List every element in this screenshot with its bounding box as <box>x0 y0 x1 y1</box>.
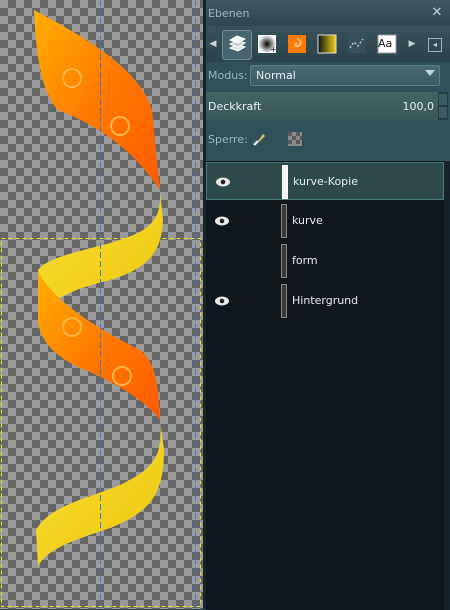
layer-name: kurve <box>292 214 323 227</box>
visibility-toggle[interactable] <box>214 255 230 267</box>
tab-text[interactable]: Aa <box>373 30 401 58</box>
paths-icon <box>288 35 306 53</box>
lock-alpha-icon[interactable] <box>288 132 302 146</box>
layers-dock: Ebenen ✕ ◀ + Aa ▶ ◂ Modus: Normal Deckkr… <box>206 0 450 610</box>
layer-thumbnail <box>281 244 287 278</box>
chevron-down-icon <box>425 70 435 76</box>
layer-name: form <box>292 254 318 267</box>
layer-thumbnail <box>282 165 288 199</box>
layer-row[interactable]: kurve-Kopie <box>206 162 444 200</box>
dock-titlebar[interactable]: Ebenen ✕ <box>206 0 450 26</box>
dock-title: Ebenen <box>208 7 250 20</box>
image-canvas[interactable] <box>0 0 203 609</box>
layer-name: kurve-Kopie <box>293 175 358 188</box>
layers-icon <box>228 35 247 52</box>
layer-list-scrollbar[interactable] <box>444 161 450 610</box>
layer-list: kurve-Kopie kurve form Hintergrund <box>206 160 450 610</box>
close-icon[interactable]: ✕ <box>430 6 444 20</box>
lock-pixels-icon[interactable] <box>252 132 266 146</box>
mode-select[interactable]: Normal <box>250 65 440 86</box>
dock-tabbar: ◀ + Aa ▶ ◂ <box>206 26 450 62</box>
opacity-slider[interactable]: Deckkraft 100,0 <box>206 92 438 120</box>
gradient-icon <box>317 34 337 54</box>
layer-row[interactable]: form <box>206 242 444 280</box>
layer-thumbnail <box>281 204 287 238</box>
text-tab-label: Aa <box>378 37 393 50</box>
opacity-label: Deckkraft <box>208 100 262 113</box>
ribbon-artwork <box>1 0 201 609</box>
tab-layers[interactable] <box>222 30 252 60</box>
opacity-value: 100,0 <box>402 100 435 113</box>
scroll-left-icon[interactable]: ◀ <box>208 38 218 50</box>
channels-icon: + <box>258 35 277 54</box>
spin-up-button[interactable] <box>439 94 447 105</box>
eye-icon[interactable] <box>215 176 231 188</box>
selection-icon <box>348 35 366 53</box>
mode-label: Modus: <box>208 69 248 82</box>
tab-channels[interactable]: + <box>253 30 281 58</box>
eye-icon[interactable] <box>214 295 230 307</box>
scroll-right-icon[interactable]: ▶ <box>407 38 417 50</box>
ribbon-orange-top <box>34 10 160 190</box>
spin-down-button[interactable] <box>439 107 447 118</box>
tab-selection[interactable] <box>343 30 371 58</box>
mode-value: Normal <box>256 69 296 82</box>
layer-name: Hintergrund <box>292 294 359 307</box>
layer-row[interactable]: Hintergrund <box>206 282 444 320</box>
layer-options: Modus: Normal Deckkraft 100,0 Sperre: <box>206 62 450 160</box>
layer-row[interactable]: kurve <box>206 202 444 240</box>
eye-icon[interactable] <box>214 215 230 227</box>
tab-gradients[interactable] <box>313 30 341 58</box>
svg-text:+: + <box>270 45 277 54</box>
tab-menu-icon[interactable]: ◂ <box>428 38 442 52</box>
lock-label: Sperre: <box>208 133 248 146</box>
opacity-spinner[interactable] <box>438 92 448 120</box>
tab-paths[interactable] <box>283 30 311 58</box>
layer-thumbnail <box>281 284 287 318</box>
